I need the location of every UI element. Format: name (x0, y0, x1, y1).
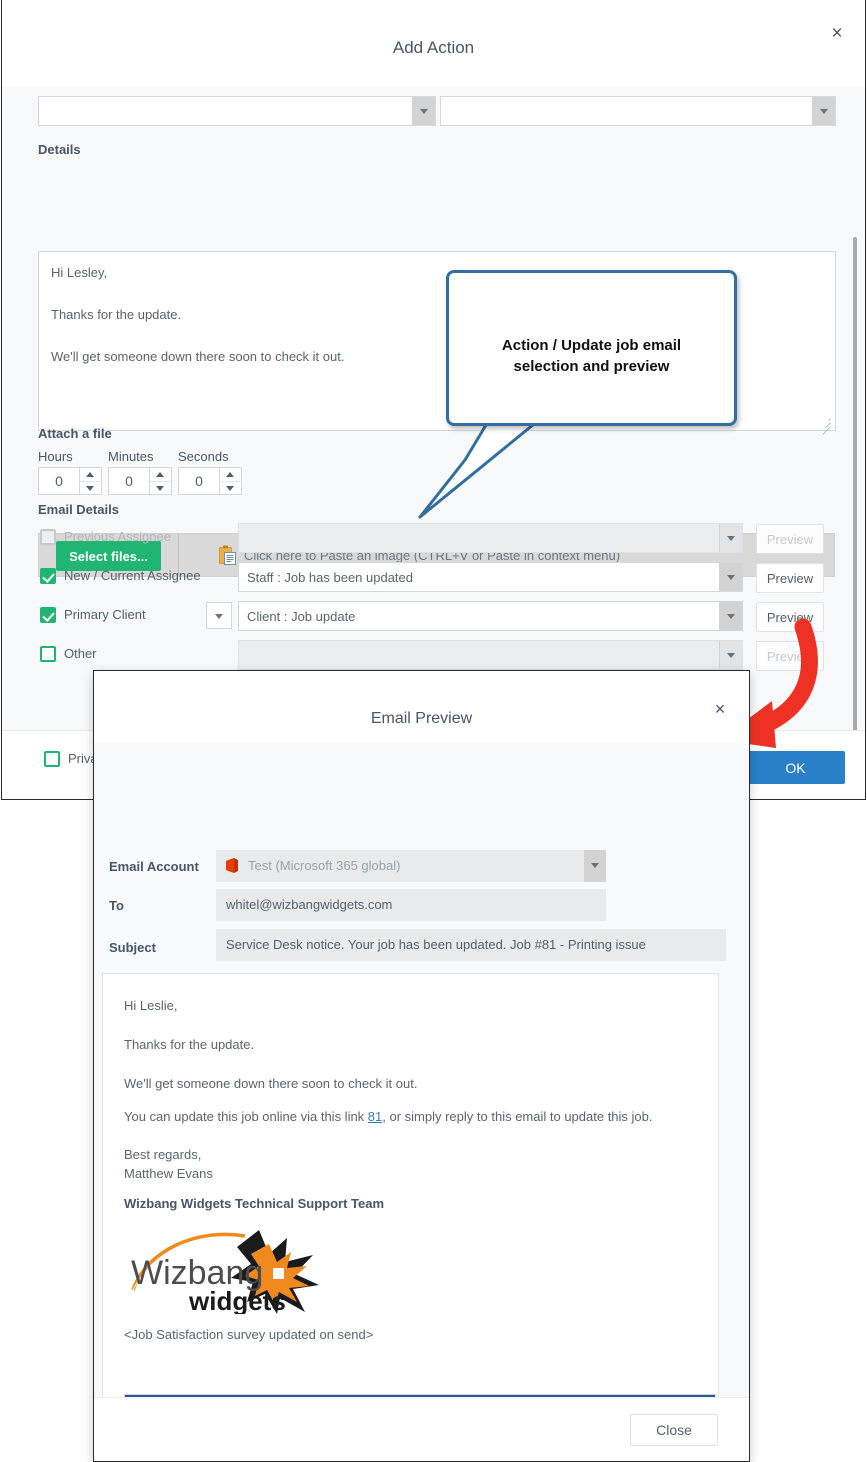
minutes-increment-icon[interactable] (150, 468, 171, 481)
previous-assignee-checkbox[interactable] (40, 529, 56, 545)
email-greeting: Hi Leslie, (124, 998, 178, 1013)
new-current-assignee-preview-button[interactable]: Preview (756, 563, 824, 593)
previous-assignee-label: Previous Assignee (64, 529, 171, 544)
attach-file-label: Attach a file (38, 426, 112, 441)
new-current-assignee-template-value: Staff : Job has been updated (247, 570, 414, 585)
office365-icon (225, 857, 239, 874)
email-para-1: Thanks for the update. (124, 1037, 255, 1052)
email-account-label: Email Account (109, 859, 199, 874)
chevron-down-icon[interactable] (719, 563, 742, 591)
add-action-scrollbar[interactable] (853, 87, 861, 731)
hours-decrement-icon[interactable] (80, 482, 101, 495)
close-icon[interactable]: × (825, 22, 849, 46)
callout-line-1: Action / Update job email (501, 337, 682, 354)
new-current-assignee-checkbox[interactable] (40, 568, 56, 584)
select-files-button[interactable]: Select files... (56, 541, 161, 571)
minutes-input[interactable] (108, 467, 150, 495)
seconds-spin-buttons[interactable] (220, 467, 242, 495)
callout-box: Action / Update job email selection and … (446, 270, 737, 426)
action-status-dropdown[interactable] (440, 96, 836, 126)
svg-text:widgets: widgets (188, 1286, 286, 1314)
email-team-name: Wizbang Widgets Technical Support Team (124, 1196, 385, 1211)
email-details-label: Email Details (38, 502, 119, 517)
chevron-down-icon[interactable] (412, 97, 435, 125)
email-signoff: Best regards, (124, 1147, 202, 1162)
action-type-value (47, 97, 407, 125)
email-para-3: You can update this job online via this … (124, 1107, 700, 1126)
clipboard-paste-icon (219, 545, 237, 566)
email-body-content: Hi Leslie, Thanks for the update. We'll … (102, 973, 719, 1398)
details-label: Details (38, 142, 81, 157)
other-template-value (247, 641, 714, 669)
email-account-dropdown[interactable]: Test (Microsoft 365 global) (216, 850, 606, 882)
job-link[interactable]: 81 (368, 1109, 382, 1124)
new-current-assignee-template-dropdown[interactable]: Staff : Job has been updated (238, 562, 743, 592)
close-icon[interactable]: × (709, 698, 731, 720)
to-field[interactable]: whitel@wizbangwidgets.com (216, 889, 606, 921)
callout-text: Action / Update job email selection and … (449, 335, 734, 377)
email-preview-modal: Email Preview × Email Account Test (Micr… (93, 670, 750, 1462)
hours-label: Hours (38, 449, 73, 464)
email-account-value: Test (Microsoft 365 global) (248, 858, 401, 873)
email-preview-footer: Close (94, 1397, 749, 1461)
hours-input[interactable] (38, 467, 80, 495)
callout-line-2: selection and preview (513, 358, 670, 375)
screen: Add Action × Details Hi Lesley, Thanks f… (0, 0, 867, 1462)
seconds-increment-icon[interactable] (220, 468, 241, 481)
minutes-decrement-icon[interactable] (150, 482, 171, 495)
action-status-value (449, 97, 807, 125)
email-para-3-post: , or simply reply to this email to updat… (382, 1109, 653, 1124)
primary-client-label: Primary Client (64, 607, 146, 622)
other-label: Other (64, 646, 97, 661)
seconds-decrement-icon[interactable] (220, 482, 241, 495)
new-current-assignee-label: New / Current Assignee (64, 568, 201, 583)
close-button[interactable]: Close (630, 1414, 718, 1446)
primary-client-extra-dropdown[interactable] (206, 602, 232, 629)
seconds-label: Seconds (178, 449, 229, 464)
previous-assignee-preview-button: Preview (756, 524, 824, 554)
hours-spin-buttons[interactable] (80, 467, 102, 495)
private-checkbox[interactable] (44, 751, 60, 767)
annotation-callout: Action / Update job email selection and … (400, 255, 760, 535)
email-signer: Matthew Evans (124, 1166, 213, 1181)
to-label: To (109, 898, 124, 913)
wizbang-widgets-logo: Wizbang widgets (127, 1222, 342, 1316)
email-para-2: We'll get someone down there soon to che… (124, 1076, 418, 1091)
primary-client-template-dropdown[interactable]: Client : Job update (238, 601, 743, 631)
add-action-scrollbar-thumb[interactable] (853, 237, 857, 731)
other-template-dropdown (238, 640, 743, 670)
primary-client-checkbox[interactable] (40, 607, 56, 623)
email-preview-title: Email Preview (370, 710, 473, 727)
add-action-title: Add Action (392, 38, 475, 57)
email-preview-body: Email Account Test (Microsoft 365 global… (94, 743, 749, 1398)
minutes-label: Minutes (108, 449, 154, 464)
subject-label: Subject (109, 940, 156, 955)
survey-note: <Job Satisfaction survey updated on send… (124, 1327, 374, 1342)
email-preview-header: Email Preview × (94, 671, 749, 744)
hours-increment-icon[interactable] (80, 468, 101, 481)
email-para-3-pre: You can update this job online via this … (124, 1109, 368, 1124)
action-type-dropdown[interactable] (38, 96, 436, 126)
subject-field[interactable]: Service Desk notice. Your job has been u… (216, 929, 726, 961)
minutes-spin-buttons[interactable] (150, 467, 172, 495)
add-action-header: Add Action × (2, 0, 865, 88)
primary-client-template-value: Client : Job update (247, 609, 356, 624)
chevron-down-icon[interactable] (584, 850, 606, 882)
chevron-down-icon[interactable] (812, 97, 835, 125)
seconds-input[interactable] (178, 467, 220, 495)
other-checkbox[interactable] (40, 646, 56, 662)
